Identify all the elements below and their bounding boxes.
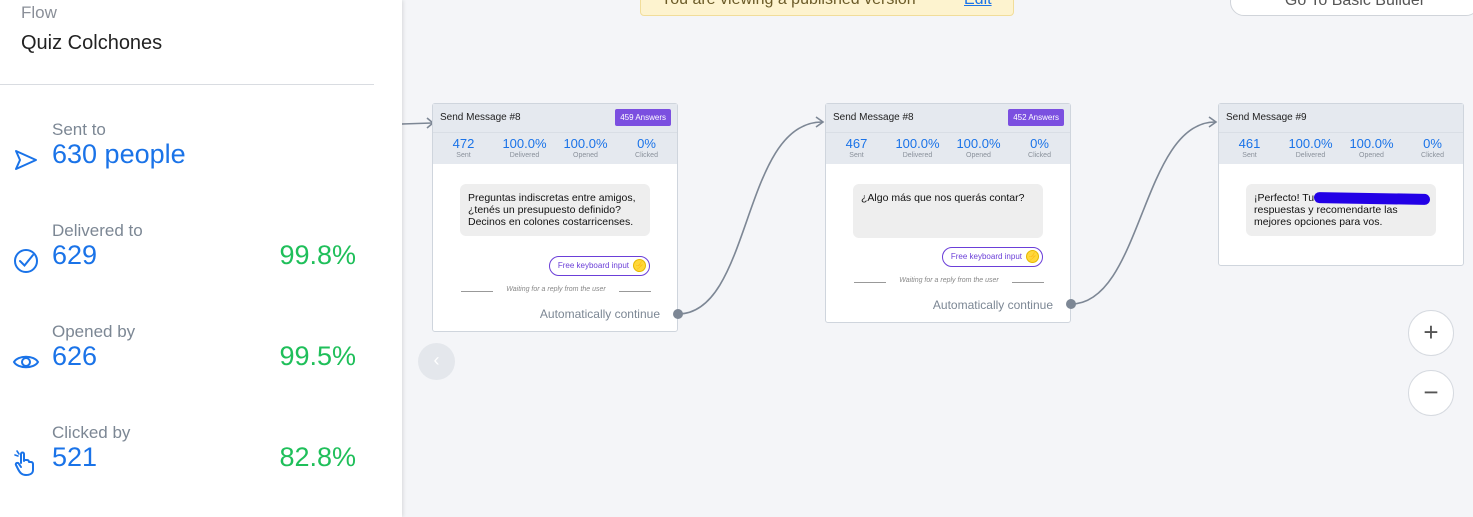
eye-icon (12, 355, 40, 369)
metric-label: Sent (1242, 152, 1257, 159)
metric-value: 0% (1030, 136, 1049, 151)
metric-opened: 100.0% Opened (948, 133, 1009, 164)
incoming-connection (402, 122, 433, 125)
lightning-icon: ⚡ (633, 259, 646, 272)
stat-label: Clicked by (52, 423, 131, 442)
message-bubble: ¿Algo más que nos querás contar? (853, 184, 1043, 238)
metric-value: 100.0% (895, 136, 940, 151)
node-header: Send Message #8 459 Answers (433, 104, 677, 132)
stat-percent: 99.8% (279, 240, 356, 270)
metric-label: Opened (966, 152, 991, 159)
stat-value: 629 (52, 240, 98, 270)
stat-delivered: Delivered to 629 99.8% (0, 221, 402, 291)
node-metrics: 461 Sent 100.0% Delivered 100.0% Opened 0% C… (1219, 132, 1463, 164)
metric-value: 100.0% (1288, 136, 1333, 151)
stat-percent: 82.8% (279, 442, 356, 472)
metric-value: 461 (1238, 136, 1261, 151)
stats-sidebar: Flow Quiz Colchones Sent to 630 people D… (0, 0, 402, 517)
waiting-indicator: Waiting for a reply from the user (461, 285, 651, 297)
hand-pointer-icon (14, 450, 34, 476)
message-bubble: Preguntas indiscretas entre amigos, ¿ten… (460, 184, 650, 236)
stat-label: Opened by (52, 322, 136, 341)
metric-label: Sent (849, 152, 864, 159)
chevron-left-icon: ‹ (433, 350, 440, 370)
metric-label: Delivered (902, 152, 933, 159)
flow-label: Flow (21, 3, 57, 22)
metric-value: 467 (845, 136, 868, 151)
zoom-out-button[interactable]: − (1408, 370, 1454, 416)
zoom-in-button[interactable]: + (1408, 310, 1454, 356)
metric-value: 0% (637, 136, 656, 151)
metric-clicked: 0% Clicked (616, 133, 677, 164)
metric-value: 472 (452, 136, 475, 151)
node-metrics: 467 Sent 100.0% Delivered 100.0% Opened 0% C… (826, 132, 1070, 164)
metric-clicked: 0% Clicked (1402, 133, 1463, 164)
stat-value: 630 people (52, 139, 186, 169)
metric-value: 100.0% (563, 136, 608, 151)
node-title: Send Message #8 (440, 112, 521, 123)
message-node-1[interactable]: Send Message #8 459 Answers 472 Sent 100.… (432, 103, 678, 332)
metric-value: 100.0% (502, 136, 547, 151)
output-handle-1[interactable] (673, 309, 683, 319)
metric-label: Sent (456, 152, 471, 159)
stat-value: 521 (52, 442, 98, 472)
stat-sent: Sent to 630 people (0, 120, 402, 190)
stat-clicked: Clicked by 521 82.8% (0, 423, 402, 493)
metric-sent: 472 Sent (433, 133, 494, 164)
sidebar-divider (0, 84, 374, 85)
stat-value: 626 (52, 341, 98, 371)
stat-percent: 99.5% (279, 341, 356, 371)
check-circle-icon (14, 249, 38, 273)
metric-value: 100.0% (1349, 136, 1394, 151)
answers-badge[interactable]: 452 Answers (1008, 109, 1064, 126)
metric-clicked: 0% Clicked (1009, 133, 1070, 164)
metric-label: Clicked (1421, 152, 1444, 159)
automatically-continue-label: Automatically continue (539, 307, 660, 321)
node-header: Send Message #9 (1219, 104, 1463, 132)
metric-opened: 100.0% Opened (1341, 133, 1402, 164)
connection-1-2 (677, 121, 823, 315)
metric-value: 100.0% (956, 136, 1001, 151)
free-keyboard-input-button[interactable]: Free keyboard input ⚡ (548, 256, 650, 276)
flow-canvas[interactable]: You are viewing a published version Edit… (402, 0, 1473, 517)
stat-label: Delivered to (52, 221, 143, 240)
waiting-indicator: Waiting for a reply from the user (854, 276, 1044, 288)
metric-label: Delivered (509, 152, 540, 159)
stat-label: Sent to (52, 120, 106, 139)
output-handle-2[interactable] (1066, 299, 1076, 309)
connection-2-3 (1070, 121, 1216, 305)
metric-label: Clicked (635, 152, 658, 159)
message-node-2[interactable]: Send Message #8 452 Answers 467 Sent 100.… (825, 103, 1071, 323)
collapse-sidebar-button[interactable]: ‹ (418, 343, 455, 380)
free-keyboard-input-button[interactable]: Free keyboard input ⚡ (941, 247, 1043, 267)
redaction-scribble (1313, 191, 1431, 206)
answers-badge[interactable]: 459 Answers (615, 109, 671, 126)
keyboard-input-label: Free keyboard input (557, 261, 629, 270)
stat-opened: Opened by 626 99.5% (0, 322, 402, 392)
waiting-line-right (619, 291, 651, 292)
lightning-icon: ⚡ (1026, 250, 1039, 263)
metric-delivered: 100.0% Delivered (1280, 133, 1341, 164)
flow-name: Quiz Colchones (21, 32, 163, 54)
keyboard-input-label: Free keyboard input (950, 252, 1022, 261)
message-node-3[interactable]: Send Message #9 461 Sent 100.0% Delivered … (1218, 103, 1464, 266)
metric-delivered: 100.0% Delivered (887, 133, 948, 164)
metric-sent: 467 Sent (826, 133, 887, 164)
node-header: Send Message #8 452 Answers (826, 104, 1070, 132)
metric-sent: 461 Sent (1219, 133, 1280, 164)
metric-label: Delivered (1295, 152, 1326, 159)
node-metrics: 472 Sent 100.0% Delivered 100.0% Opened 0% C… (433, 132, 677, 164)
send-icon (15, 150, 37, 170)
metric-label: Opened (573, 152, 598, 159)
node-title: Send Message #8 (833, 112, 914, 123)
node-title: Send Message #9 (1226, 112, 1307, 123)
metric-label: Clicked (1028, 152, 1051, 159)
metric-delivered: 100.0% Delivered (494, 133, 555, 164)
waiting-line-right (1012, 282, 1044, 283)
metric-value: 0% (1423, 136, 1442, 151)
automatically-continue-label: Automatically continue (932, 298, 1053, 312)
metric-opened: 100.0% Opened (555, 133, 616, 164)
metric-label: Opened (1359, 152, 1384, 159)
